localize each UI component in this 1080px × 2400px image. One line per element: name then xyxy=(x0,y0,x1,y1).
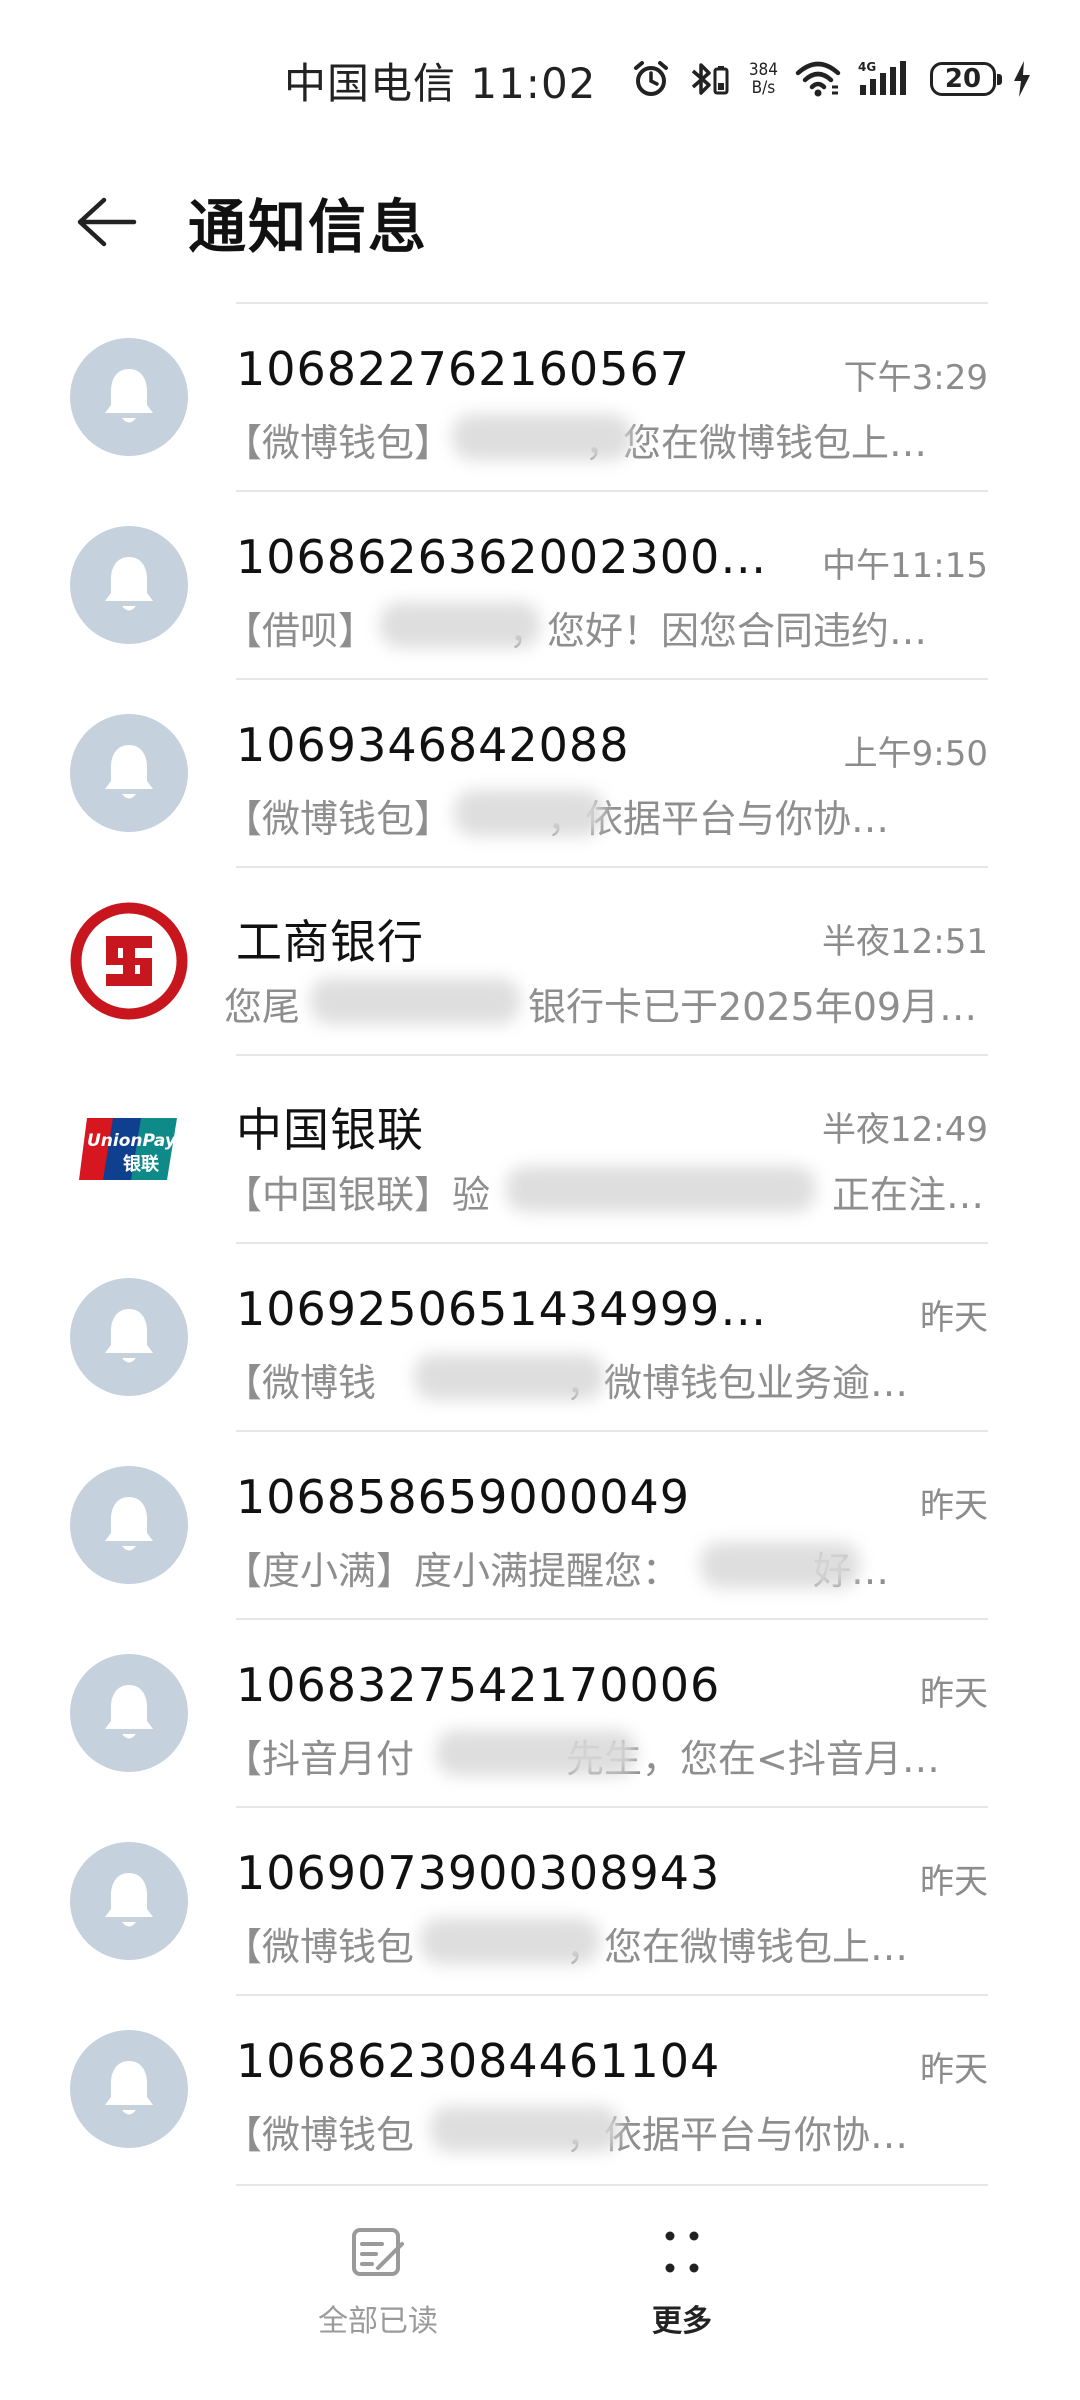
message-sender: 10686263620023000… xyxy=(236,530,776,584)
divider xyxy=(236,1618,988,1620)
message-time: 昨天 xyxy=(920,1298,988,1338)
message-item[interactable]: 106858659000049 昨天 【度小满】度小满提醒您： 好… xyxy=(0,1430,1080,1618)
message-time: 中午11:15 xyxy=(822,546,988,586)
bell-icon xyxy=(70,526,188,644)
message-time: 半夜12:51 xyxy=(822,922,988,962)
message-preview: 【度小满】度小满提醒您： 好… xyxy=(224,1549,890,1593)
message-time: 下午3:29 xyxy=(843,358,988,398)
bluetooth-battery-icon xyxy=(691,63,729,95)
mark-read-icon xyxy=(352,2228,404,2276)
net-speed-value: 384 xyxy=(748,60,778,80)
alarm-icon xyxy=(633,61,668,96)
icbc-logo xyxy=(70,902,188,1020)
divider xyxy=(236,2184,988,2186)
message-time: 昨天 xyxy=(920,2050,988,2090)
bell-icon xyxy=(70,2030,188,2148)
redaction-blur xyxy=(700,1542,860,1588)
divider xyxy=(236,1054,988,1056)
divider xyxy=(236,1242,988,1244)
more-button[interactable]: 更多 xyxy=(572,2222,792,2340)
more-dots-icon xyxy=(665,2231,699,2273)
message-time: 昨天 xyxy=(920,1486,988,1526)
divider xyxy=(236,490,988,492)
net-speed-unit: B/s xyxy=(751,78,776,98)
redaction-blur xyxy=(454,790,604,836)
message-sender: 106858659000049 xyxy=(236,1470,690,1524)
message-time: 半夜12:49 xyxy=(822,1110,988,1150)
mark-all-read-button[interactable]: 全部已读 xyxy=(268,2222,488,2340)
message-sender: 1069346842088 xyxy=(236,718,630,772)
status-icons: 384 B/s 4G 20 xyxy=(631,54,1032,104)
status-bar: 中国电信 11:02 384 B/s 4G 20 xyxy=(0,0,1080,150)
message-item[interactable]: 106822762160567 下午3:29 【微博钱包】 ，您在微博钱包上… xyxy=(0,302,1080,490)
message-sender: 1068623084461104 xyxy=(236,2034,721,2088)
divider xyxy=(236,302,988,304)
message-sender: 106822762160567 xyxy=(236,342,690,396)
page-title: 通知信息 xyxy=(188,193,429,261)
redaction-blur xyxy=(436,1730,636,1776)
redaction-blur xyxy=(430,2106,620,2152)
network-speed: 384 B/s xyxy=(749,61,778,97)
message-item[interactable]: 1068623084461104 昨天 【微博钱包 ，依据平台与你协… xyxy=(0,1994,1080,2182)
divider xyxy=(236,866,988,868)
bell-icon xyxy=(70,338,188,456)
redaction-blur xyxy=(506,1166,816,1212)
svg-text:UnionPay: UnionPay xyxy=(87,1131,177,1151)
charging-icon xyxy=(1014,61,1030,97)
bottom-action-bar: 全部已读 更多 xyxy=(0,2184,1080,2400)
bell-icon xyxy=(70,714,188,832)
message-time: 昨天 xyxy=(920,1862,988,1902)
message-preview: 【微博钱 ，微博钱包业务逾… xyxy=(224,1361,909,1405)
bell-icon xyxy=(70,1654,188,1772)
redaction-blur xyxy=(310,978,520,1024)
page-header: 通知信息 xyxy=(0,160,1080,280)
bell-icon xyxy=(70,1278,188,1396)
message-item[interactable]: 10686263620023000… 中午11:15 【借呗】 ，您好！因您合同… xyxy=(0,490,1080,678)
unionpay-logo: UnionPay 银联 xyxy=(70,1090,188,1208)
signal-icon: 4G xyxy=(858,60,906,95)
message-sender: 1068327542170006 xyxy=(236,1658,721,1712)
redaction-blur xyxy=(380,602,540,648)
message-preview: 【微博钱包】 ，依据平台与你协… xyxy=(224,797,890,841)
redaction-blur xyxy=(452,414,632,460)
bell-icon xyxy=(70,1842,188,1960)
divider xyxy=(236,678,988,680)
svg-text:银联: 银联 xyxy=(123,1153,159,1175)
message-preview: 【借呗】 ，您好！因您合同违约… xyxy=(224,609,928,653)
message-time: 上午9:50 xyxy=(843,734,988,774)
message-item[interactable]: UnionPay 银联 中国银联 半夜12:49 【中国银联】验 正在注… xyxy=(0,1054,1080,1242)
redaction-blur xyxy=(420,1918,600,1964)
divider xyxy=(236,1806,988,1808)
message-sender: 106925065143499​96154 xyxy=(236,1282,776,1336)
message-item[interactable]: 1068327542170006 昨天 【抖音月付 先生，您在<抖音月… xyxy=(0,1618,1080,1806)
message-time: 昨天 xyxy=(920,1674,988,1714)
message-sender: 工商银行 xyxy=(236,915,424,969)
message-preview: 【微博钱包 ，您在微博钱包上… xyxy=(224,1925,909,1969)
divider xyxy=(236,1430,988,1432)
mark-all-read-label: 全部已读 xyxy=(318,2304,438,2339)
message-list: 106822762160567 下午3:29 【微博钱包】 ，您在微博钱包上… … xyxy=(0,302,1080,2182)
carrier-time: 中国电信 11:02 xyxy=(284,59,597,108)
arrow-left-icon xyxy=(77,197,137,247)
message-sender: 中国银联 xyxy=(236,1103,424,1157)
network-type-label: 4G xyxy=(858,60,876,74)
message-sender: 1069073900308943 xyxy=(236,1846,721,1900)
battery-indicator: 20 xyxy=(930,62,1002,96)
bell-icon xyxy=(70,1466,188,1584)
wifi-icon xyxy=(795,61,841,97)
more-label: 更多 xyxy=(652,2304,712,2339)
divider xyxy=(236,1994,988,1996)
message-item[interactable]: 106925065143499​96154 昨天 【微博钱 ，微博钱包业务逾… xyxy=(0,1242,1080,1430)
message-item[interactable]: 1069073900308943 昨天 【微博钱包 ，您在微博钱包上… xyxy=(0,1806,1080,1994)
redaction-blur xyxy=(414,1354,604,1400)
message-item[interactable]: 1069346842088 上午9:50 【微博钱包】 ，依据平台与你协… xyxy=(0,678,1080,866)
back-button[interactable] xyxy=(66,182,146,262)
message-item[interactable]: 工商银行 半夜12:51 您尾 银行卡已于2025年09月1… xyxy=(0,866,1080,1054)
